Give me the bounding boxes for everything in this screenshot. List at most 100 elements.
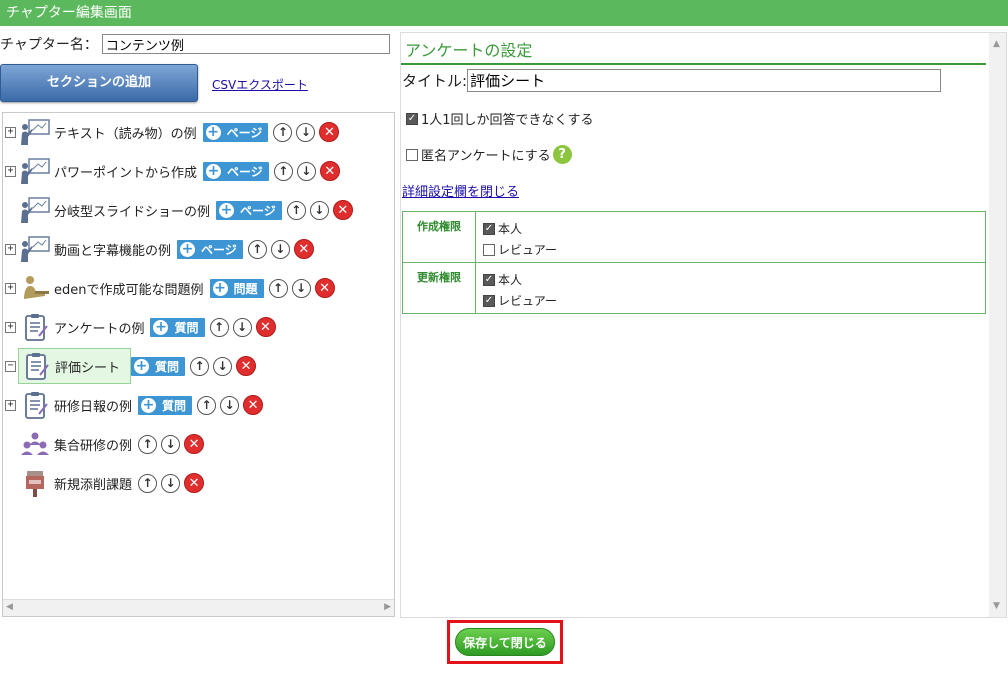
move-up-icon[interactable]: ↑ (190, 356, 210, 376)
move-down-icon[interactable]: ↓ (270, 239, 290, 259)
delete-icon[interactable]: ✕ (236, 356, 257, 376)
move-down-icon[interactable]: ↓ (296, 122, 316, 142)
move-up-icon[interactable]: ↑ (197, 395, 217, 415)
anonymous-option[interactable]: 匿名アンケートにする ? (406, 145, 572, 164)
scroll-up-icon[interactable]: ▲ (993, 39, 1000, 49)
add-child-button[interactable]: + 質問 (138, 395, 193, 415)
add-child-button[interactable]: + ページ (216, 200, 282, 220)
add-child-button[interactable]: + 質問 (131, 356, 186, 376)
update-reviewer-checkbox[interactable]: ✓ (483, 294, 495, 307)
tree-node-label[interactable]: 評価シート (55, 357, 120, 376)
create-self-checkbox[interactable]: ✓ (483, 222, 495, 235)
tree-node[interactable]: テキスト（読み物）の例 (18, 117, 203, 147)
update-self-option[interactable]: ✓ 本人 (483, 269, 985, 290)
move-up-icon[interactable]: ↑ (247, 239, 267, 259)
delete-icon[interactable]: ✕ (184, 473, 205, 493)
expand-icon[interactable]: + (5, 126, 16, 138)
delete-icon[interactable]: ✕ (293, 239, 314, 259)
move-down-icon[interactable]: ↓ (161, 473, 181, 493)
expand-icon[interactable]: + (5, 282, 16, 294)
tree-node-label[interactable]: 集合研修の例 (54, 435, 132, 454)
clipboard-icon (18, 390, 52, 420)
tree-node-label[interactable]: 分岐型スライドショーの例 (54, 201, 210, 220)
move-down-icon[interactable]: ↓ (232, 317, 252, 337)
update-reviewer-option[interactable]: ✓ レビュアー (483, 290, 985, 311)
scroll-down-icon[interactable]: ▼ (993, 601, 1000, 611)
tree-node[interactable]: 動画と字幕機能の例 (18, 234, 177, 264)
delete-icon[interactable]: ✕ (184, 434, 205, 454)
tree-node-label[interactable]: 動画と字幕機能の例 (54, 240, 171, 259)
move-up-icon[interactable]: ↑ (286, 200, 306, 220)
delete-icon[interactable]: ✕ (314, 278, 335, 298)
postbox-icon (18, 468, 52, 498)
delete-icon[interactable]: ✕ (243, 395, 264, 415)
delete-icon[interactable]: ✕ (319, 122, 340, 142)
create-reviewer-checkbox[interactable] (483, 243, 495, 256)
tree-node-label[interactable]: アンケートの例 (54, 318, 144, 337)
once-only-option[interactable]: ✓ 1人1回しか回答できなくする (406, 109, 594, 128)
delete-icon[interactable]: ✕ (319, 161, 340, 181)
create-self-option[interactable]: ✓ 本人 (483, 218, 985, 239)
save-and-close-button[interactable]: 保存して閉じる (455, 628, 555, 656)
permission-row-create: 作成権限 ✓ 本人 レビュアー (402, 211, 986, 263)
move-up-icon[interactable]: ↑ (138, 434, 158, 454)
tree-node[interactable]: 新規添削課題 (18, 468, 138, 498)
collapse-icon[interactable]: − (5, 360, 16, 372)
create-permission-heading: 作成権限 (402, 211, 476, 263)
move-up-icon[interactable]: ↑ (138, 473, 158, 493)
move-up-icon[interactable]: ↑ (268, 278, 288, 298)
add-child-button[interactable]: + ページ (202, 122, 269, 142)
survey-title-input[interactable] (467, 69, 942, 92)
tree-node-label[interactable]: edenで作成可能な問題例 (54, 279, 204, 298)
add-child-button[interactable]: + 問題 (209, 278, 264, 298)
scroll-right-icon[interactable]: ▶ (384, 602, 391, 612)
delete-icon[interactable]: ✕ (332, 200, 353, 220)
selected-node[interactable]: 評価シート (18, 348, 132, 384)
csv-export-link[interactable]: CSVエクスポート (212, 76, 308, 93)
add-section-button[interactable]: セクションの追加 (0, 64, 198, 102)
move-down-icon[interactable]: ↓ (296, 161, 316, 181)
add-child-button[interactable]: + 質問 (150, 317, 205, 337)
survey-settings-panel: アンケートの設定 タイトル: ✓ 1人1回しか回答できなくする 匿名アンケートに… (400, 32, 1007, 618)
chapter-name-input[interactable] (101, 34, 390, 54)
tree-node-label[interactable]: パワーポイントから作成 (54, 162, 197, 181)
heading-divider (401, 63, 986, 65)
move-down-icon[interactable]: ↓ (220, 395, 240, 415)
tree-node-label[interactable]: 研修日報の例 (54, 396, 132, 415)
vertical-scrollbar[interactable]: ▲ ▼ (989, 33, 1006, 617)
expand-icon[interactable]: + (5, 321, 16, 333)
delete-icon[interactable]: ✕ (255, 317, 276, 337)
expand-icon[interactable]: + (5, 243, 16, 255)
add-child-button[interactable]: + ページ (177, 239, 243, 259)
close-detail-settings-link[interactable]: 詳細設定欄を閉じる (402, 181, 519, 200)
tree-node[interactable]: アンケートの例 (18, 312, 150, 342)
survey-title-label: タイトル: (402, 72, 468, 90)
expand-icon[interactable]: + (5, 165, 16, 177)
tree-node[interactable]: 集合研修の例 (18, 429, 138, 459)
add-child-button[interactable]: + ページ (203, 161, 269, 181)
help-icon[interactable]: ? (552, 145, 572, 164)
create-reviewer-option[interactable]: レビュアー (483, 239, 985, 260)
tree-node[interactable]: 研修日報の例 (18, 390, 138, 420)
create-reviewer-label: レビュアー (498, 243, 558, 257)
expand-icon[interactable]: + (5, 399, 16, 411)
plus-icon: + (205, 123, 221, 140)
move-down-icon[interactable]: ↓ (161, 434, 181, 454)
tree-node[interactable]: パワーポイントから作成 (18, 156, 203, 186)
tree-node[interactable]: edenで作成可能な問題例 (18, 273, 210, 303)
tree-node-label[interactable]: 新規添削課題 (54, 474, 132, 493)
move-up-icon[interactable]: ↑ (273, 122, 293, 142)
scroll-left-icon[interactable]: ◀ (6, 602, 13, 612)
once-only-checkbox[interactable]: ✓ (406, 112, 418, 125)
move-down-icon[interactable]: ↓ (213, 356, 233, 376)
update-self-checkbox[interactable]: ✓ (483, 273, 495, 286)
tree-node-label[interactable]: テキスト（読み物）の例 (54, 123, 197, 142)
move-down-icon[interactable]: ↓ (309, 200, 329, 220)
tree-node[interactable]: 分岐型スライドショーの例 (18, 195, 216, 225)
horizontal-scrollbar[interactable]: ◀ ▶ (3, 599, 394, 616)
move-up-icon[interactable]: ↑ (209, 317, 229, 337)
add-child-label: 質問 (155, 359, 180, 374)
move-up-icon[interactable]: ↑ (273, 161, 293, 181)
anonymous-checkbox[interactable] (406, 148, 418, 161)
move-down-icon[interactable]: ↓ (291, 278, 311, 298)
